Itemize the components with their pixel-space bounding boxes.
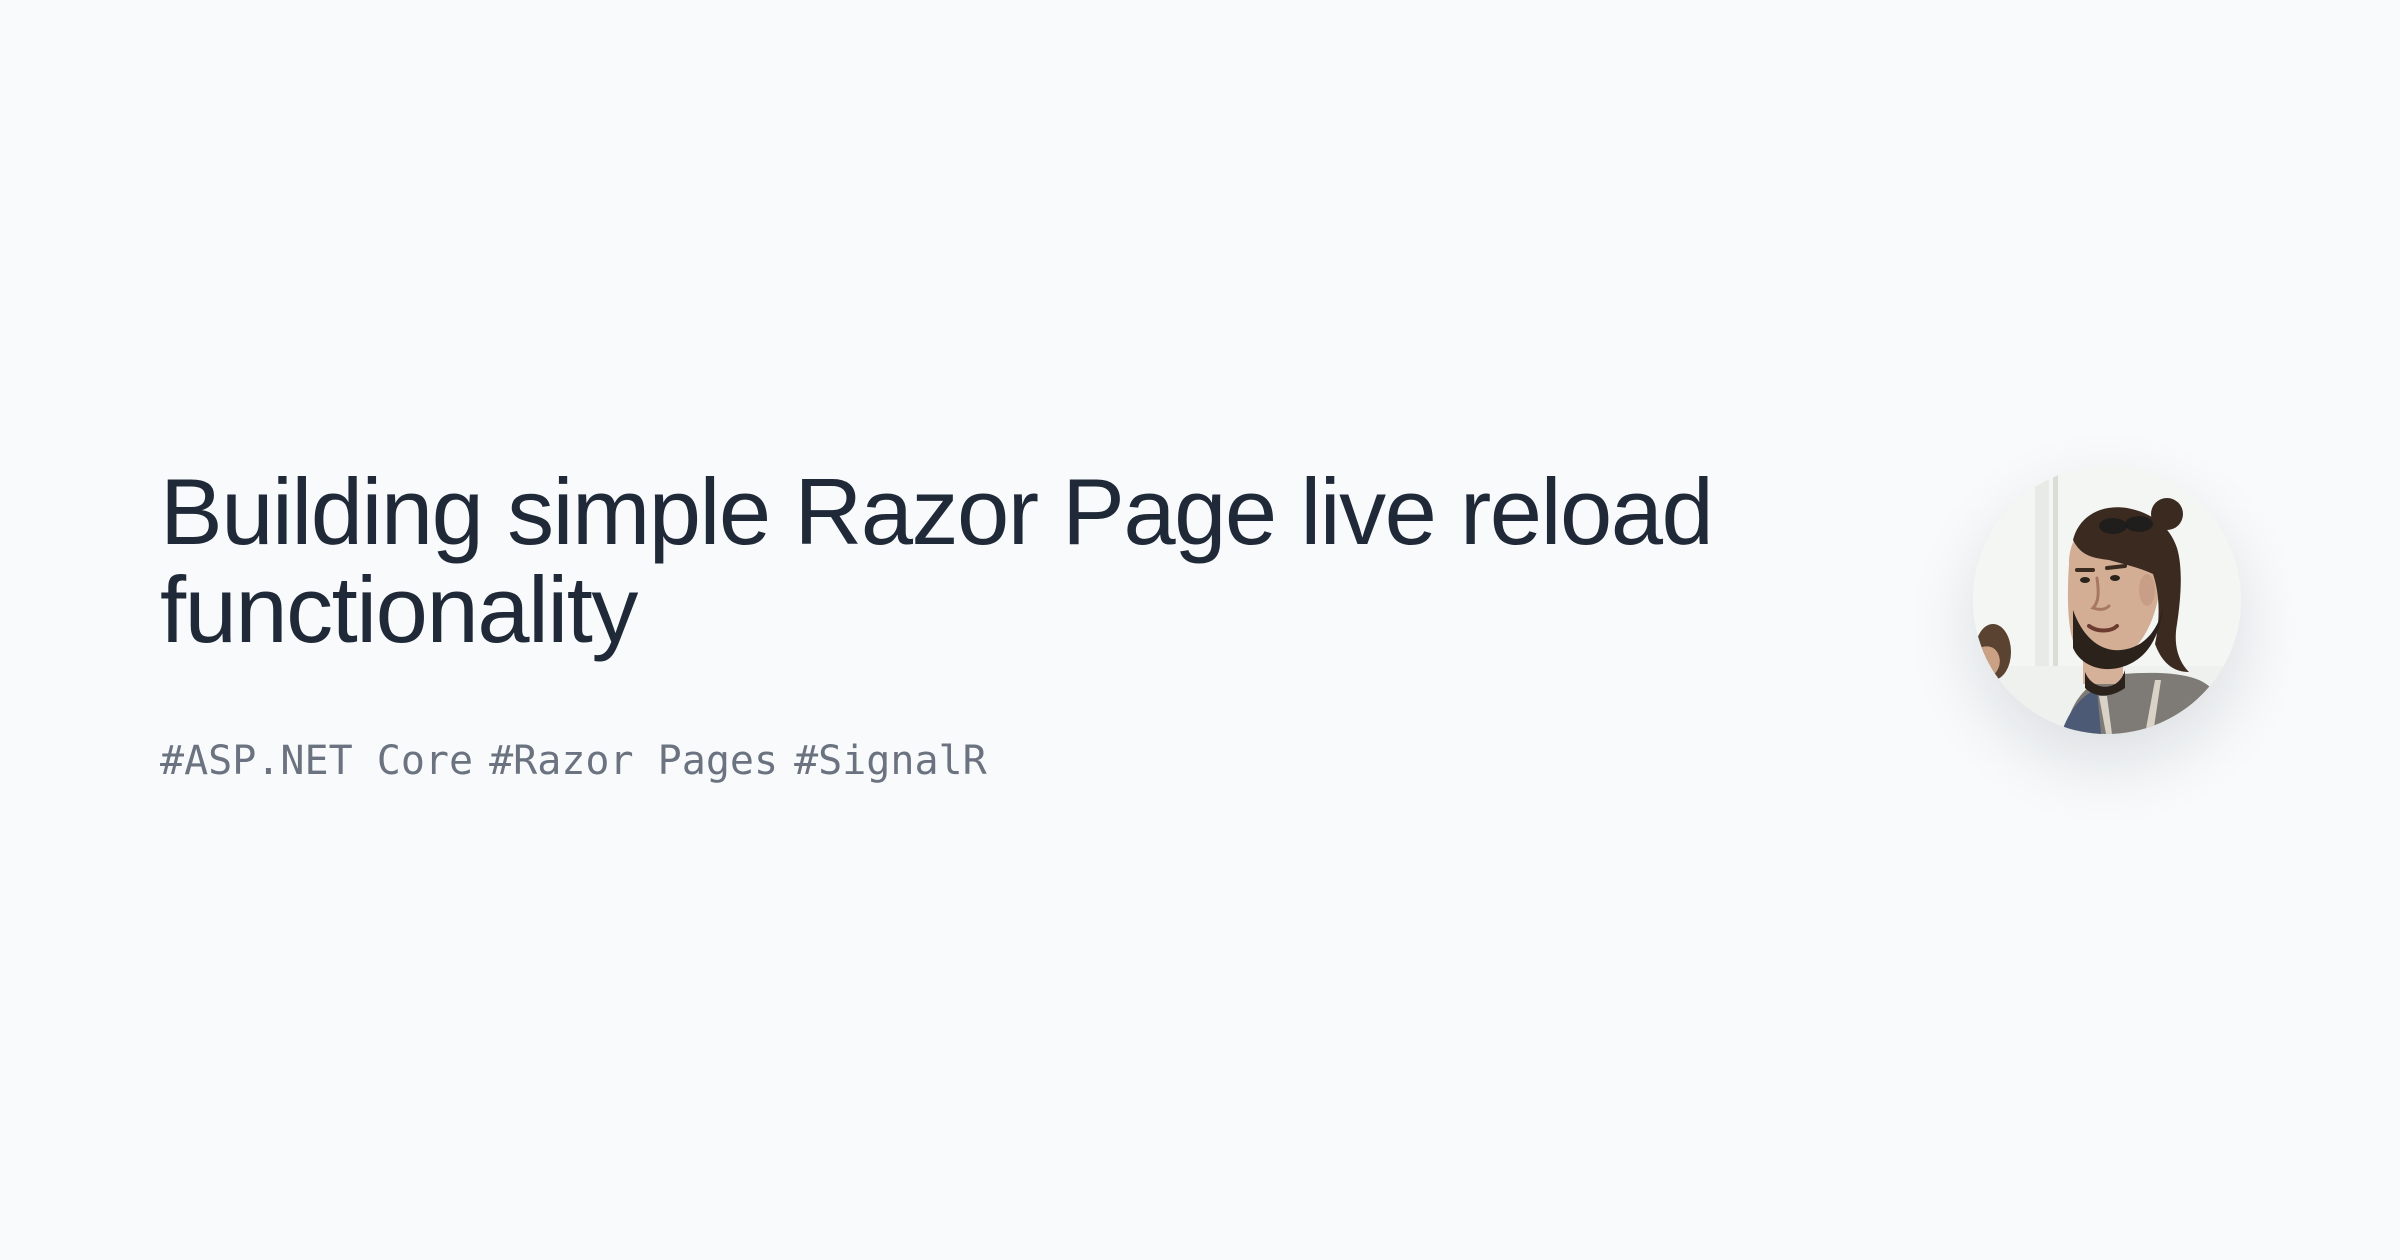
social-card: Building simple Razor Page live reload f… (0, 0, 2400, 1260)
page-title: Building simple Razor Page live reload f… (160, 459, 1714, 662)
avatar (1973, 466, 2241, 734)
tag-aspnet-core[interactable]: #ASP.NET Core (160, 735, 473, 787)
tag-razor-pages[interactable]: #Razor Pages (489, 735, 778, 787)
author-photo (1973, 466, 2241, 734)
tag-signalr[interactable]: #SignalR (794, 735, 987, 787)
card-content: Building simple Razor Page live reload f… (160, 463, 1800, 787)
tag-list: #ASP.NET Core #Razor Pages #SignalR (160, 735, 1800, 787)
